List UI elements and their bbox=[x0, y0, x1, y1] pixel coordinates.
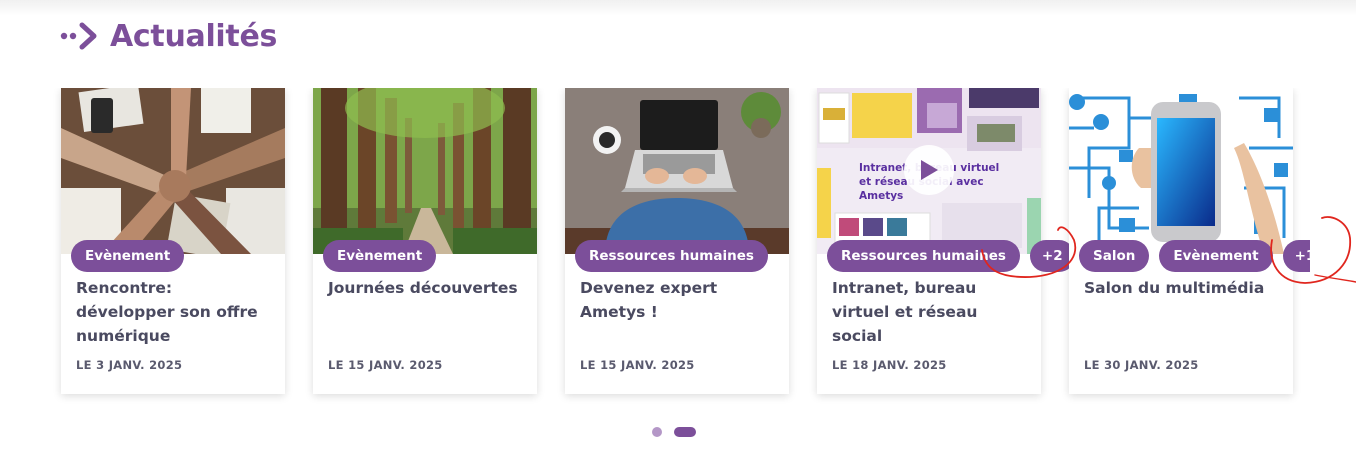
tag-list: Evènement bbox=[323, 240, 437, 272]
category-tag[interactable]: Ressources humaines bbox=[827, 240, 1020, 272]
card-title[interactable]: Devenez expert Ametys ! bbox=[580, 276, 778, 324]
category-tag[interactable]: Ressources humaines bbox=[575, 240, 768, 272]
news-card[interactable]: Evènement Rencontre: développer son offr… bbox=[61, 88, 285, 394]
card-date: LE 15 JANV. 2025 bbox=[328, 358, 443, 372]
tag-list: Ressources humaines bbox=[575, 240, 768, 272]
category-tag[interactable]: Evènement bbox=[71, 240, 185, 272]
card-title[interactable]: Salon du multimédia bbox=[1084, 276, 1282, 300]
card-date: LE 30 JANV. 2025 bbox=[1084, 358, 1199, 372]
news-card[interactable]: Intranet, bureau virtuel et réseau socia… bbox=[817, 88, 1075, 394]
pagination-dot-active[interactable] bbox=[674, 427, 696, 437]
arrow-dots-icon bbox=[60, 22, 97, 50]
card-image[interactable] bbox=[313, 88, 537, 254]
tag-list: Ressources humaines +2 bbox=[827, 240, 1075, 272]
news-card[interactable]: Evènement Journées découvertes LE 15 JAN… bbox=[313, 88, 537, 394]
carousel-pagination bbox=[652, 427, 696, 437]
more-tags-badge[interactable]: +2 bbox=[1029, 240, 1075, 272]
card-title[interactable]: Rencontre: développer son offre numériqu… bbox=[76, 276, 274, 348]
card-image[interactable] bbox=[565, 88, 789, 254]
pagination-dot[interactable] bbox=[652, 427, 662, 437]
category-tag[interactable]: Evènement bbox=[1159, 240, 1273, 272]
tag-list: Evènement bbox=[71, 240, 185, 272]
card-image[interactable]: Intranet, bureau virtuel et réseau socia… bbox=[817, 88, 1041, 254]
section-header: Actualités bbox=[60, 16, 277, 56]
card-date: LE 3 JANV. 2025 bbox=[76, 358, 183, 372]
tag-list: Salon Evènement +1 bbox=[1079, 240, 1328, 272]
card-date: LE 15 JANV. 2025 bbox=[580, 358, 695, 372]
news-card[interactable]: Ressources humaines Devenez expert Amety… bbox=[565, 88, 789, 394]
section-title: Actualités bbox=[110, 18, 278, 54]
category-tag[interactable]: Evènement bbox=[323, 240, 437, 272]
carousel-edge-mask bbox=[1310, 88, 1356, 408]
news-carousel[interactable]: Evènement Rencontre: développer son offr… bbox=[0, 88, 1356, 408]
card-image[interactable] bbox=[61, 88, 285, 254]
header-shadow bbox=[0, 0, 1356, 16]
card-image[interactable] bbox=[1069, 88, 1293, 254]
category-tag[interactable]: Salon bbox=[1079, 240, 1150, 272]
play-icon bbox=[921, 160, 938, 180]
play-button[interactable] bbox=[904, 145, 954, 195]
card-title[interactable]: Journées découvertes bbox=[328, 276, 526, 300]
card-title[interactable]: Intranet, bureau virtuel et réseau socia… bbox=[832, 276, 1030, 348]
card-date: LE 18 JANV. 2025 bbox=[832, 358, 947, 372]
news-card[interactable]: Salon Evènement +1 Salon du multimédia L… bbox=[1069, 88, 1328, 394]
